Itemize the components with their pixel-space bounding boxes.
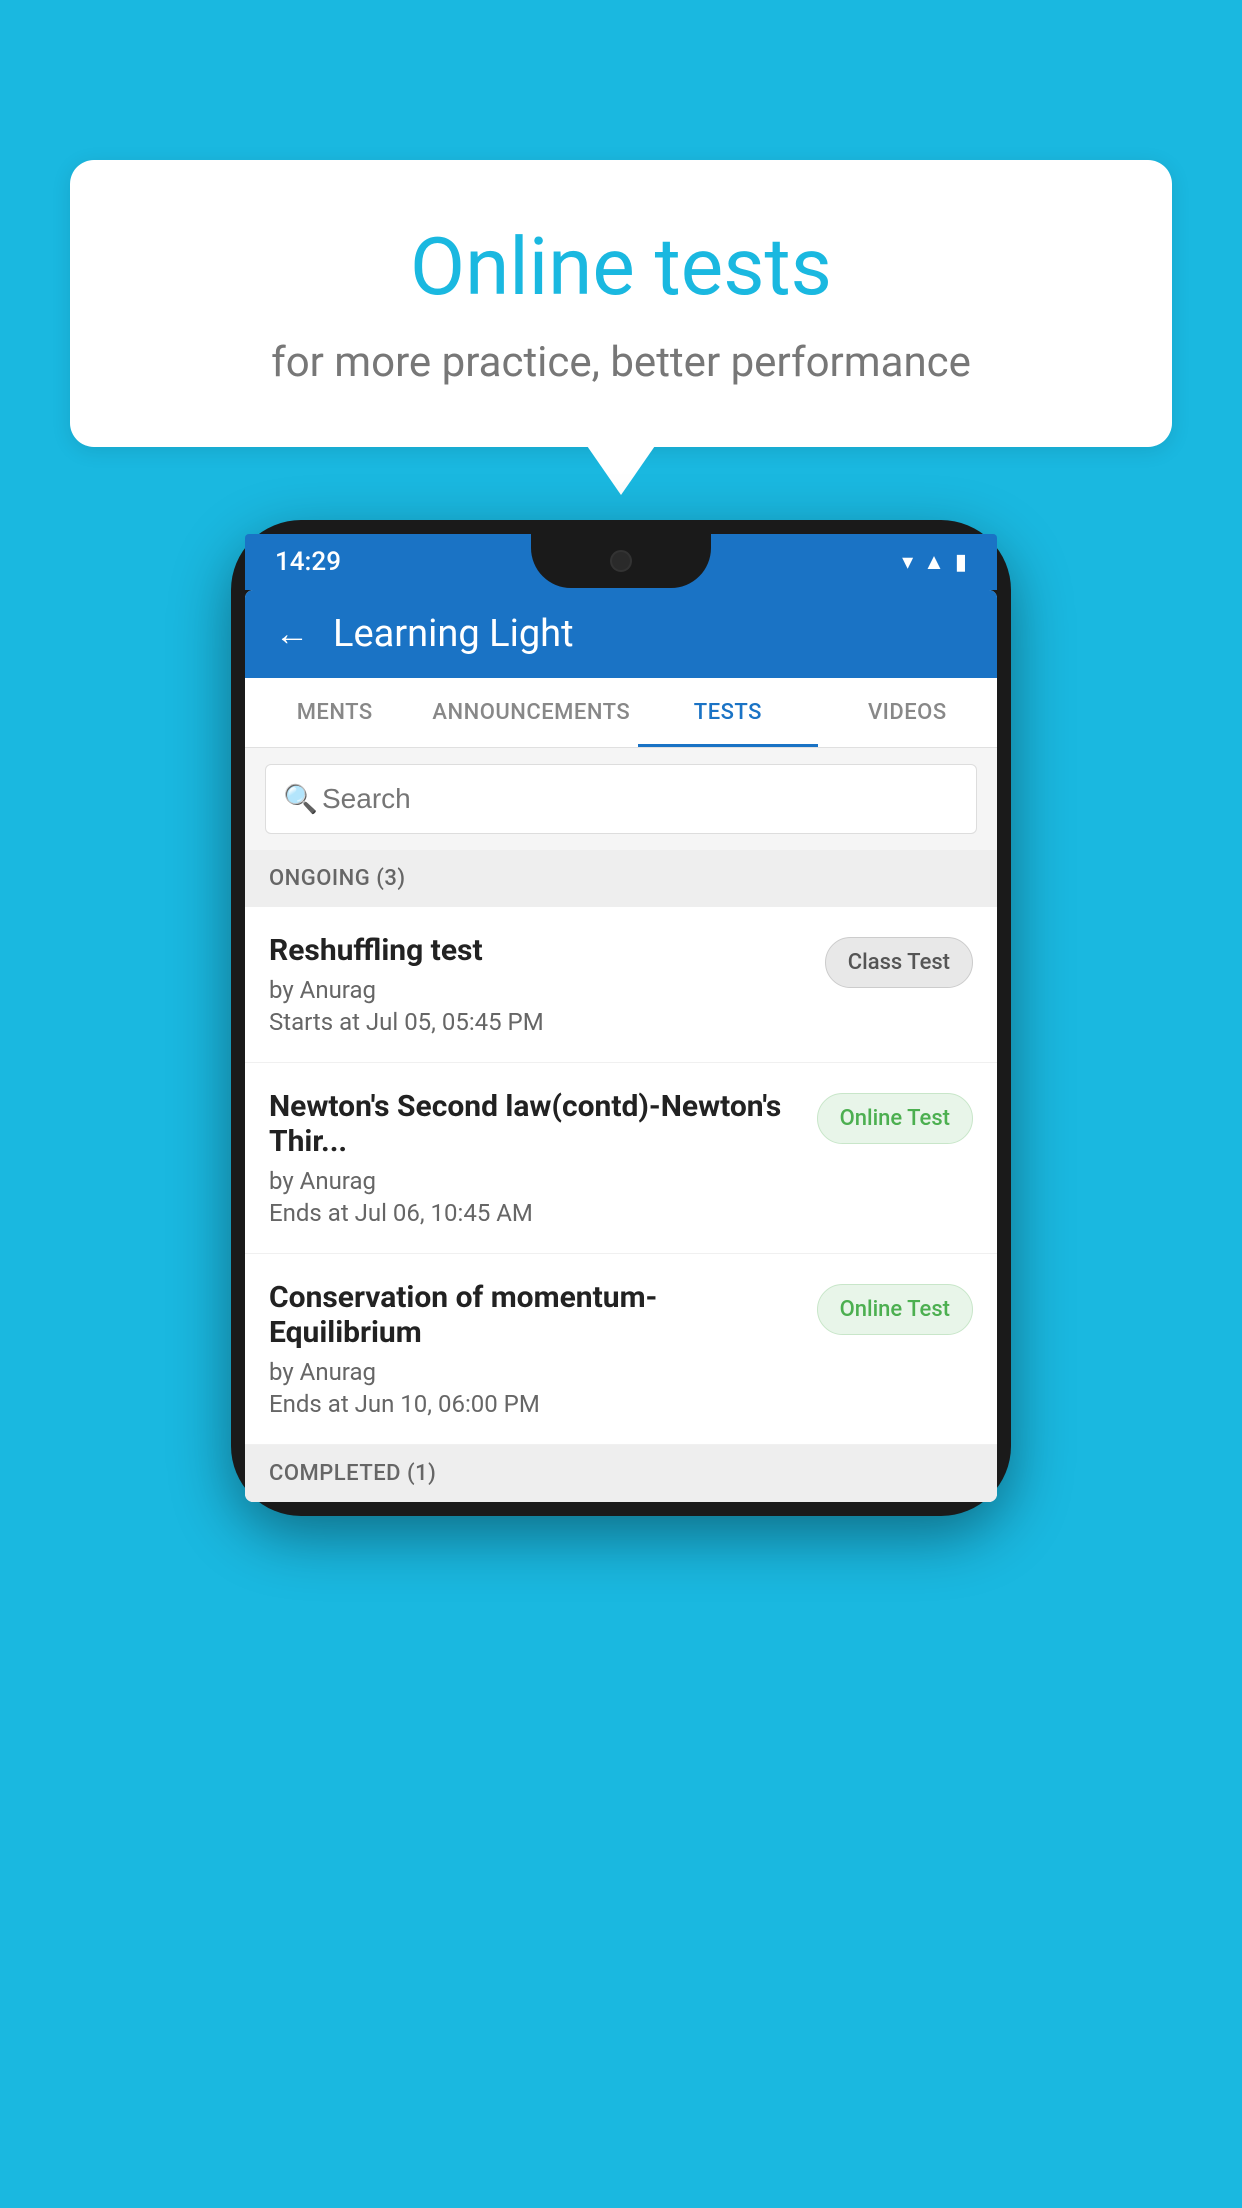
test-item[interactable]: Reshuffling test by Anurag Starts at Jul… (245, 907, 997, 1063)
bubble-subtitle: for more practice, better performance (150, 338, 1092, 387)
test-info: Reshuffling test by Anurag Starts at Jul… (269, 933, 809, 1036)
wifi-icon: ▾ (902, 550, 913, 575)
test-time: Ends at Jun 10, 06:00 PM (269, 1390, 801, 1418)
ongoing-section-header: ONGOING (3) (245, 850, 997, 907)
app-header: ← Learning Light (245, 590, 997, 678)
back-button[interactable]: ← (275, 614, 309, 654)
phone-notch (531, 534, 711, 588)
speech-bubble-container: Online tests for more practice, better p… (70, 160, 1172, 447)
camera-dot (610, 550, 632, 572)
tab-tests[interactable]: TESTS (638, 678, 817, 747)
test-name: Newton's Second law(contd)-Newton's Thir… (269, 1089, 801, 1159)
completed-section-header: COMPLETED (1) (245, 1445, 997, 1502)
phone-screen: ← Learning Light MENTS ANNOUNCEMENTS TES… (245, 590, 997, 1502)
search-input[interactable] (265, 764, 977, 834)
test-badge-online-2: Online Test (817, 1284, 973, 1335)
phone-time: 14:29 (275, 547, 341, 577)
test-name: Conservation of momentum-Equilibrium (269, 1280, 801, 1350)
test-item[interactable]: Conservation of momentum-Equilibrium by … (245, 1254, 997, 1445)
test-time: Ends at Jul 06, 10:45 AM (269, 1199, 801, 1227)
test-by: by Anurag (269, 976, 809, 1004)
test-by: by Anurag (269, 1358, 801, 1386)
signal-icon: ▲ (923, 549, 945, 575)
search-container: 🔍 (245, 748, 997, 850)
status-bar: 14:29 ▾ ▲ ▮ (245, 534, 997, 590)
test-info: Conservation of momentum-Equilibrium by … (269, 1280, 801, 1418)
app-title: Learning Light (333, 612, 574, 656)
tab-ments[interactable]: MENTS (245, 678, 424, 747)
status-icons: ▾ ▲ ▮ (902, 549, 967, 575)
test-list: Reshuffling test by Anurag Starts at Jul… (245, 907, 997, 1445)
bubble-title: Online tests (150, 220, 1092, 314)
search-icon: 🔍 (283, 783, 318, 816)
phone-frame: 14:29 ▾ ▲ ▮ ← Learning Light MENTS (231, 520, 1011, 1516)
tab-videos[interactable]: VIDEOS (818, 678, 997, 747)
search-wrapper: 🔍 (265, 764, 977, 834)
test-by: by Anurag (269, 1167, 801, 1195)
speech-bubble: Online tests for more practice, better p… (70, 160, 1172, 447)
tabs-container: MENTS ANNOUNCEMENTS TESTS VIDEOS (245, 678, 997, 748)
test-time: Starts at Jul 05, 05:45 PM (269, 1008, 809, 1036)
test-badge-class: Class Test (825, 937, 973, 988)
test-name: Reshuffling test (269, 933, 809, 968)
battery-icon: ▮ (955, 550, 967, 575)
test-info: Newton's Second law(contd)-Newton's Thir… (269, 1089, 801, 1227)
phone-container: 14:29 ▾ ▲ ▮ ← Learning Light MENTS (231, 520, 1011, 1516)
test-item[interactable]: Newton's Second law(contd)-Newton's Thir… (245, 1063, 997, 1254)
test-badge-online: Online Test (817, 1093, 973, 1144)
tab-announcements[interactable]: ANNOUNCEMENTS (424, 678, 638, 747)
